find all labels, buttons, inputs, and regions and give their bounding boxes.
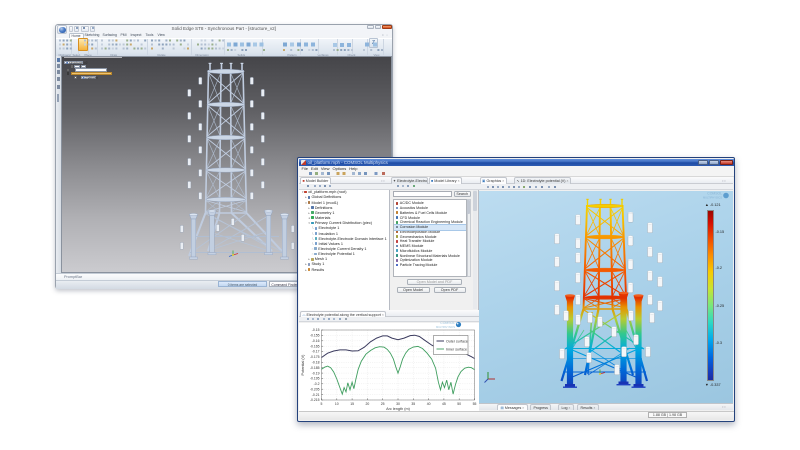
svg-text:MULTIPHYSICS: MULTIPHYSICS [703, 195, 722, 199]
svg-text:COMSOL: COMSOL [707, 192, 722, 196]
